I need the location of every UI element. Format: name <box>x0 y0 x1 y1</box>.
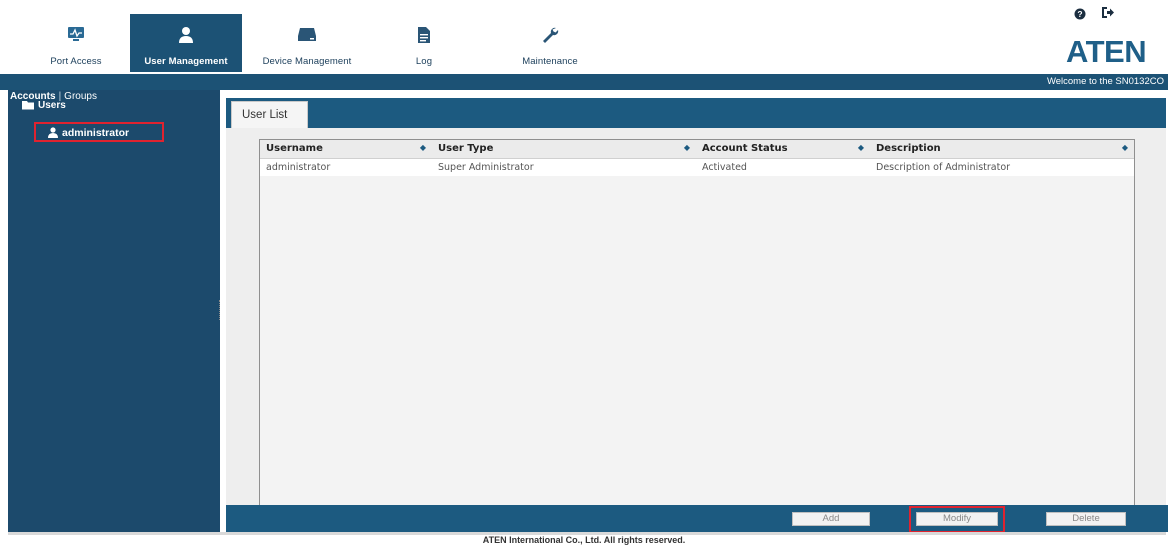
column-header-user-type[interactable]: User Type ◆ <box>432 140 696 159</box>
nav-tab-log[interactable]: Log <box>398 14 450 72</box>
tree-node-users[interactable]: Users <box>22 100 66 113</box>
nav-tab-label: User Management <box>144 56 228 67</box>
user-table: Username ◆ User Type ◆ Account Status ◆ Des… <box>259 139 1135 517</box>
sidebar-resize-handle[interactable] <box>219 300 222 320</box>
modify-button[interactable]: Modify <box>916 512 998 526</box>
welcome-text: Welcome to the SN0132CO <box>1046 76 1164 87</box>
action-bar: Add Modify Delete <box>226 505 1168 533</box>
nav-tab-label: Device Management <box>262 56 352 67</box>
user-icon <box>48 127 58 141</box>
table-header-row: Username ◆ User Type ◆ Account Status ◆ Des… <box>260 140 1134 159</box>
tree-node-administrator[interactable]: administrator <box>34 122 164 142</box>
folder-icon <box>22 100 35 113</box>
cell-account-status: Activated <box>696 158 870 176</box>
copyright-text: ATEN International Co., Ltd. All rights … <box>482 535 686 545</box>
cell-username: administrator <box>260 158 432 176</box>
sort-icon: ◆ <box>419 143 426 153</box>
column-header-username[interactable]: Username ◆ <box>260 140 432 159</box>
user-icon <box>178 26 194 49</box>
document-icon <box>417 26 431 49</box>
column-header-account-status[interactable]: Account Status ◆ <box>696 140 870 159</box>
monitor-icon <box>67 26 85 47</box>
svg-text:?: ? <box>1077 9 1082 19</box>
main-panel: User List Username ◆ User Type ◆ Account S… <box>226 98 1166 532</box>
sort-icon: ◆ <box>683 143 690 153</box>
sidebar: Accounts | Groups Users administrator <box>8 90 220 532</box>
tree-node-label: Users <box>38 100 66 111</box>
app-window: Port Access User Management Device Manag… <box>0 0 1168 551</box>
nav-tab-label: Maintenance <box>522 56 578 67</box>
logout-icon[interactable] <box>1101 6 1115 24</box>
nav-tab-port-access[interactable]: Port Access <box>30 14 122 72</box>
sort-icon: ◆ <box>857 143 864 153</box>
nav-tab-device-management[interactable]: Device Management <box>248 14 366 72</box>
table-row[interactable]: administrator Super Administrator Activa… <box>260 158 1134 176</box>
nav-tab-label: Log <box>415 56 433 67</box>
cell-user-type: Super Administrator <box>432 158 696 176</box>
add-button[interactable]: Add <box>792 512 870 526</box>
nav-tab-maintenance[interactable]: Maintenance <box>502 14 598 72</box>
help-icon[interactable]: ? <box>1074 7 1086 25</box>
cell-description: Description of Administrator <box>870 158 1134 176</box>
subtab-groups[interactable]: Groups <box>64 91 97 102</box>
tree-node-label: administrator <box>62 127 130 139</box>
delete-button[interactable]: Delete <box>1046 512 1126 526</box>
header-bar: Welcome to the SN0132CO <box>0 74 1168 90</box>
nav-tab-user-management[interactable]: User Management <box>130 14 242 72</box>
device-icon <box>297 26 317 47</box>
nav-tab-label: Port Access <box>50 56 102 67</box>
sort-icon: ◆ <box>1121 143 1128 153</box>
top-navigation: Port Access User Management Device Manag… <box>0 0 1168 74</box>
wrench-icon <box>541 26 559 49</box>
column-header-description[interactable]: Description ◆ <box>870 140 1134 159</box>
aten-logo: ATEN <box>1066 34 1162 69</box>
tab-user-list[interactable]: User List <box>231 101 308 128</box>
main-tab-bar: User List <box>226 98 1166 128</box>
svg-text:ATEN: ATEN <box>1066 34 1146 66</box>
